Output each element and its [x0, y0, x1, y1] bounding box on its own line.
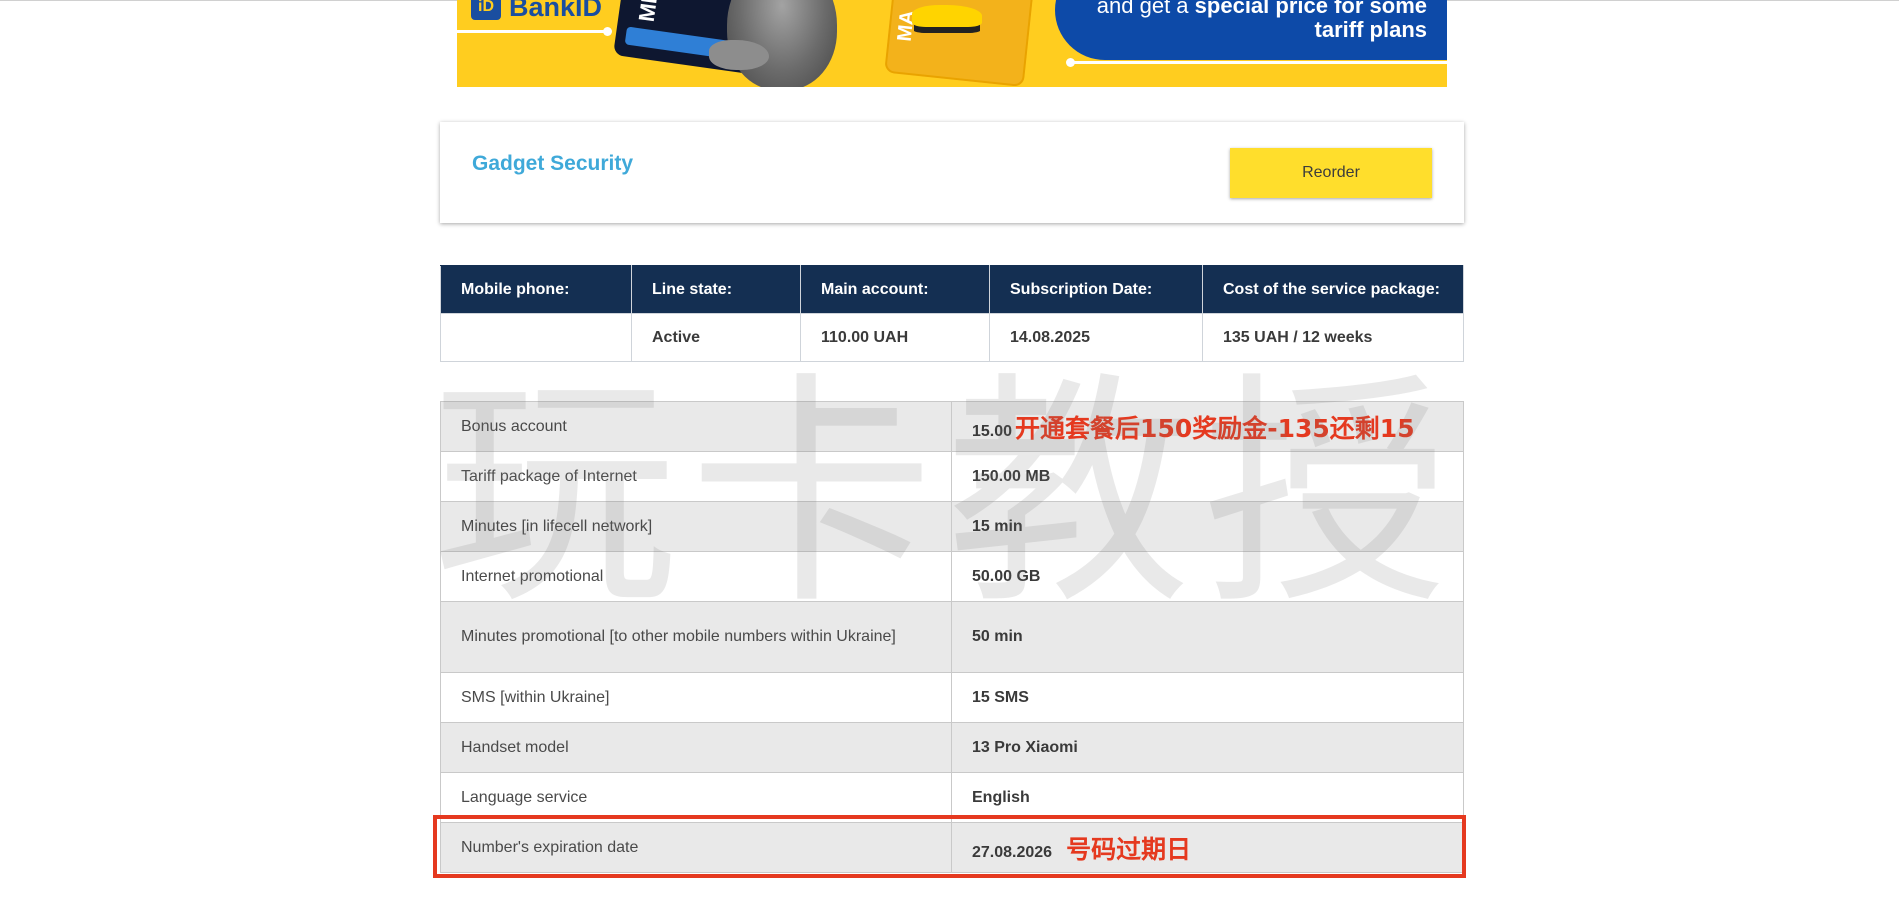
row-label: Handset model: [440, 722, 952, 773]
row-value: 13 Pro Xiaomi: [951, 722, 1464, 773]
table-row: Tariff package of Internet 150.00 MB: [440, 451, 1464, 502]
row-label: Internet promotional: [440, 551, 952, 602]
row-label: Tariff package of Internet: [440, 451, 952, 502]
banner-line1-bold: special price for some: [1194, 0, 1427, 18]
row-value: 15 SMS: [951, 672, 1464, 723]
row-value: 150.00 MB: [951, 451, 1464, 502]
row-value: 50 min: [951, 601, 1464, 673]
header-service-cost: Cost of the service package:: [1202, 265, 1464, 314]
row-label: Language service: [440, 772, 952, 823]
row-value: English: [951, 772, 1464, 823]
row-label: Minutes promotional [to other mobile num…: [440, 601, 952, 673]
header-mobile-phone: Mobile phone:: [440, 265, 632, 314]
summary-table: Mobile phone: Line state: Main account: …: [440, 265, 1464, 362]
row-value-cell: 15.00 开通套餐后150奖励金-135还剩15: [951, 401, 1464, 452]
value-line-state: Active: [631, 313, 801, 362]
table-row: Minutes promotional [to other mobile num…: [440, 601, 1464, 673]
table-row: Bonus account 15.00 开通套餐后150奖励金-135还剩15: [440, 401, 1464, 452]
row-label: Number's expiration date: [440, 822, 952, 873]
banner-blue-dot: [1066, 58, 1075, 67]
value-service-cost: 135 UAH / 12 weeks: [1202, 313, 1464, 362]
value-subscription-date: 14.08.2025: [989, 313, 1203, 362]
row-value-cell: 27.08.2026 号码过期日: [951, 822, 1464, 873]
bankid-logo: iD BankID: [471, 0, 602, 22]
bonus-annotation: 开通套餐后150奖励金-135还剩15: [1015, 413, 1415, 443]
header-main-account: Main account:: [800, 265, 990, 314]
table-row: Minutes [in lifecell network] 15 min: [440, 501, 1464, 552]
value-main-account: 110.00 UAH: [800, 313, 990, 362]
expiry-annotation: 号码过期日: [1066, 834, 1192, 864]
card-dark-text: ME: [633, 0, 663, 24]
product-card: Gadget Security Reorder: [440, 122, 1464, 223]
banner-text: and get a special price for some tariff …: [1027, 0, 1427, 42]
header-line-state: Line state:: [631, 265, 801, 314]
reorder-button[interactable]: Reorder: [1230, 148, 1432, 198]
table-row: Number's expiration date 27.08.2026 号码过期日: [440, 822, 1464, 873]
banner-decor-dot: [603, 27, 612, 36]
banner-line1: and get a: [1096, 0, 1189, 18]
page: iD BankID ME MA and get a special price …: [0, 0, 1899, 919]
table-row: Internet promotional 50.00 GB: [440, 551, 1464, 602]
summary-value-row: Active 110.00 UAH 14.08.2025 135 UAH / 1…: [440, 313, 1464, 362]
details-table: Bonus account 15.00 开通套餐后150奖励金-135还剩15 T…: [440, 401, 1464, 873]
row-label: Bonus account: [440, 401, 952, 452]
row-label: SMS [within Ukraine]: [440, 672, 952, 723]
bankid-logo-text: BankID: [509, 0, 603, 22]
row-label: Minutes [in lifecell network]: [440, 501, 952, 552]
row-value: 50.00 GB: [951, 551, 1464, 602]
banner-blue-line: [1071, 61, 1447, 64]
table-row: Language service English: [440, 772, 1464, 823]
promo-banner[interactable]: iD BankID ME MA and get a special price …: [457, 0, 1447, 87]
row-value: 27.08.2026: [972, 843, 1053, 861]
row-value: 15 min: [951, 501, 1464, 552]
value-mobile-phone: [440, 313, 632, 362]
banner-line2: tariff plans: [1314, 17, 1427, 42]
table-row: Handset model 13 Pro Xiaomi: [440, 722, 1464, 773]
summary-header-row: Mobile phone: Line state: Main account: …: [440, 265, 1464, 314]
row-value: 15.00: [972, 422, 1013, 440]
bankid-logo-icon: iD: [471, 0, 501, 20]
product-title: Gadget Security: [472, 152, 634, 175]
banner-decor-line: [457, 30, 607, 33]
banner-car-image: [912, 5, 982, 27]
table-row: SMS [within Ukraine] 15 SMS: [440, 672, 1464, 723]
banner-figure-hand: [709, 40, 769, 70]
header-subscription-date: Subscription Date:: [989, 265, 1203, 314]
